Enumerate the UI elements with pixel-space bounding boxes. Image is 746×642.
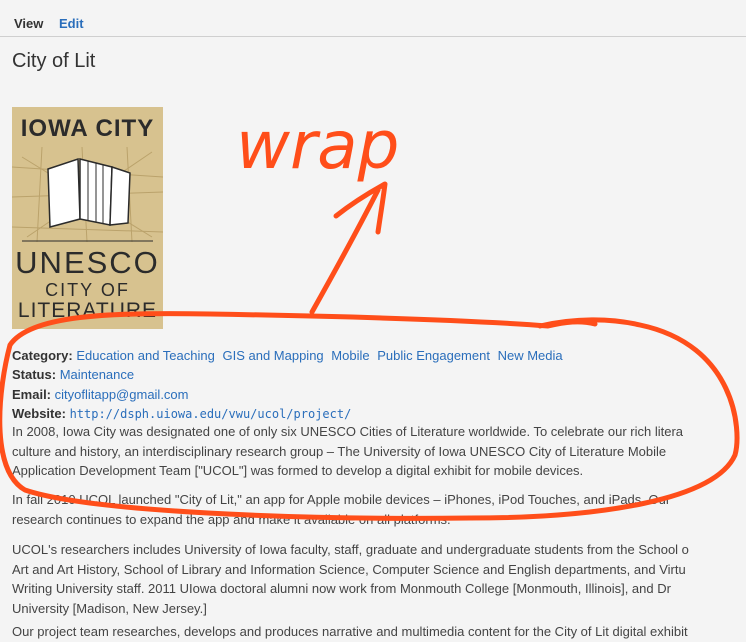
annotation-arrow-shaft [309,187,381,315]
email-row: Email: cityoflitapp@gmail.com [12,385,567,404]
paragraph-line: In fall 2010 UCOL launched "City of Lit,… [12,492,671,507]
email-link[interactable]: cityoflitapp@gmail.com [55,387,189,402]
category-label: Category: [12,348,73,363]
city-of-literature-logo: IOWA CITY UNESCO CITY OF LITERATURE [12,107,163,329]
paragraph-launch: In fall 2010 UCOL launched "City of Lit,… [12,490,670,529]
email-label: Email: [12,386,52,402]
annotation-wrap-text: wrap [236,107,399,184]
page-title: City of Lit [12,50,96,72]
logo-text-city-of: CITY OF [45,280,130,300]
paragraph-line: Application Development Team ["UCOL"] wa… [12,463,584,478]
category-link-gis[interactable]: GIS and Mapping [222,348,323,363]
logo-text-literature: LITERATURE [17,299,158,322]
tab-edit[interactable]: Edit [59,16,84,31]
paragraph-line: culture and history, an interdisciplinar… [12,443,667,459]
logo-text-iowa-city: IOWA CITY [20,115,155,142]
category-row: Category: Education and Teaching GIS and… [12,346,567,365]
paragraph-researchers: UCOL's researchers includes University o… [12,540,689,618]
project-metadata: Category: Education and Teaching GIS and… [12,346,567,424]
annotation-arrow-head [333,181,388,235]
paragraph-line: University [Madison, New Jersey.] [12,600,207,616]
paragraph-line: Writing University staff. 2011 UIowa doc… [12,581,671,596]
website-link[interactable]: http://dsph.uiowa.edu/vwu/ucol/project/ [70,407,352,421]
category-link-public-engagement[interactable]: Public Engagement [377,348,490,363]
status-label: Status: [12,367,57,383]
paragraph-line: Art and Art History, School of Library a… [12,561,686,577]
tab-bar: View Edit [0,14,746,37]
category-link-education[interactable]: Education and Teaching [76,348,215,363]
paragraph-line: UCOL's researchers includes University o… [12,542,689,557]
category-link-mobile[interactable]: Mobile [331,348,369,363]
tab-view[interactable]: View [14,16,43,31]
website-label: Website: [12,405,66,421]
status-row: Status: Maintenance [12,365,567,384]
paragraph-intro: In 2008, Iowa City was designated one of… [12,422,683,481]
status-link[interactable]: Maintenance [60,367,134,382]
paragraph-line: In 2008, Iowa City was designated one of… [12,424,684,439]
category-link-new-media[interactable]: New Media [498,348,563,363]
paragraph-line: research continues to expand the app and… [12,511,451,527]
logo-text-unesco: UNESCO [15,245,160,280]
